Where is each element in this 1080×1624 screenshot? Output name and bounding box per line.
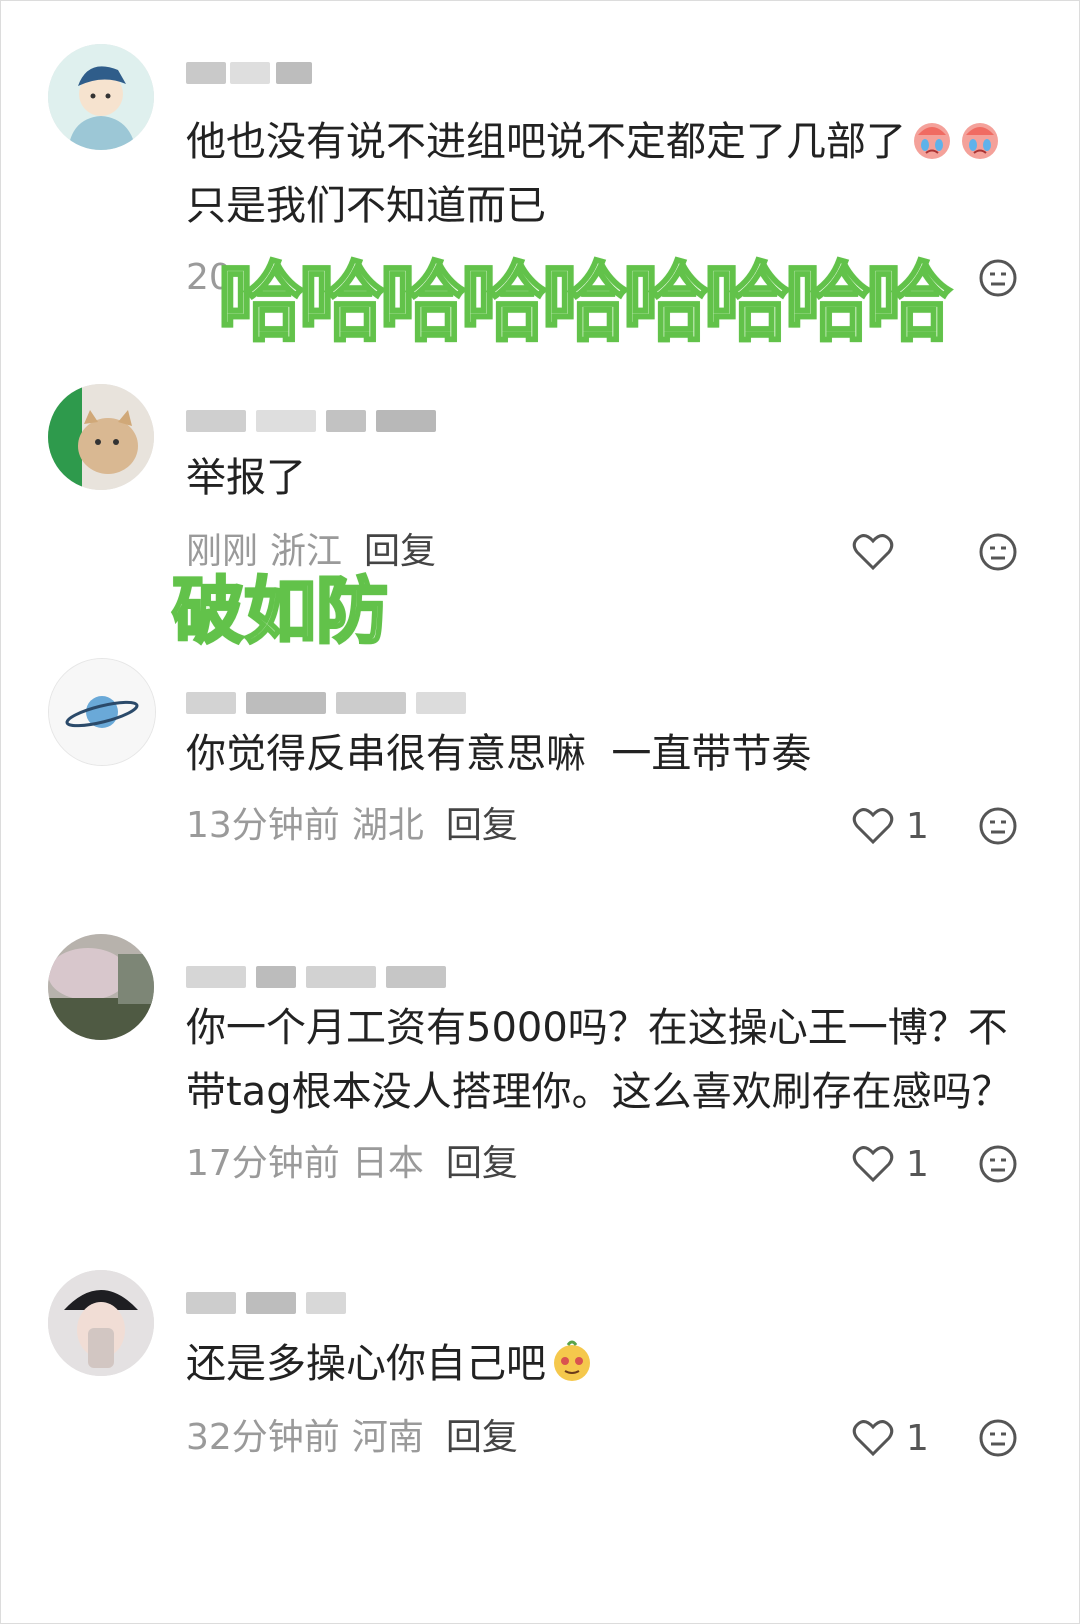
comment-time: 17分钟前 — [186, 1143, 340, 1184]
like-count: 1 — [906, 1143, 929, 1185]
comment-meta: 32分钟前 河南 回复 — [186, 1414, 518, 1462]
avatar[interactable] — [48, 658, 156, 766]
comment-text-line: 还是多操心你自己吧 — [186, 1341, 546, 1387]
avatar[interactable] — [48, 384, 154, 490]
comment-text: 你一个月工资有5000吗？在这操心王一博？不带tag根本没人搭理你。这么喜欢刷存… — [186, 996, 1026, 1124]
username[interactable] — [186, 56, 486, 90]
more-icon[interactable] — [978, 1144, 1018, 1184]
like-count: 1 — [906, 1417, 929, 1459]
comment-text: 你觉得反串很有意思嘛 一直带节奏 — [186, 722, 1010, 786]
crying-emoji-icon — [958, 116, 1002, 160]
comment-text-line: 你一个月工资有5000吗？在这操心王一博？不带tag根本没人搭理你。这么喜欢刷存… — [186, 1005, 1012, 1115]
comment-text: 还是多操心你自己吧 — [186, 1332, 1010, 1396]
broken-defense-overlay-text: 破如防 — [170, 568, 389, 655]
avatar-image — [48, 1270, 154, 1376]
comment-text-line2: 只是我们不知道而已 — [186, 183, 546, 229]
planet-avatar-image — [49, 659, 155, 765]
heart-icon — [852, 534, 894, 571]
comment-location: 河南 — [351, 1417, 424, 1458]
reply-button[interactable]: 回复 — [446, 1143, 518, 1184]
more-icon[interactable] — [978, 806, 1018, 846]
comment-meta: 17分钟前 日本 回复 — [186, 1140, 518, 1188]
like-count: 1 — [906, 805, 929, 847]
avatar[interactable] — [48, 44, 154, 150]
avatar[interactable] — [48, 934, 154, 1040]
like-button[interactable]: 1 — [852, 1140, 929, 1188]
username[interactable] — [186, 686, 486, 720]
like-button[interactable] — [852, 528, 894, 576]
heart-icon — [852, 1146, 894, 1183]
avatar-image — [48, 934, 154, 1040]
comment-time: 32分钟前 — [186, 1417, 340, 1458]
username[interactable] — [186, 1286, 486, 1320]
like-button[interactable]: 1 — [852, 1414, 929, 1462]
reply-button[interactable]: 回复 — [446, 805, 518, 846]
more-icon[interactable] — [978, 258, 1018, 298]
like-button[interactable]: 1 — [852, 802, 929, 850]
heart-icon — [852, 808, 894, 845]
comment-location: 日本 — [351, 1143, 424, 1184]
comment-text-line: 你觉得反串很有意思嘛 一直带节奏 — [186, 731, 812, 777]
username[interactable] — [186, 404, 486, 438]
comment-meta: 13分钟前 湖北 回复 — [186, 802, 518, 850]
comment-text: 他也没有说不进组吧说不定都定了几部了 只是我们不知道而已 — [186, 110, 1010, 238]
smug-emoji-icon — [550, 1338, 594, 1382]
more-icon[interactable] — [978, 532, 1018, 572]
laugh-overlay-text: 哈哈哈哈哈哈哈哈哈 — [217, 252, 954, 355]
more-icon[interactable] — [978, 1418, 1018, 1458]
comment-time: 13分钟前 — [186, 805, 340, 846]
comment-text-line1: 他也没有说不进组吧说不定都定了几部了 — [186, 119, 906, 165]
comment-text: 举报了 — [186, 446, 1010, 510]
username[interactable] — [186, 960, 486, 994]
avatar[interactable] — [48, 1270, 154, 1376]
crying-emoji-icon — [910, 116, 954, 160]
comment-text-line: 举报了 — [186, 455, 306, 501]
avatar-image — [48, 44, 154, 150]
heart-icon — [852, 1420, 894, 1457]
reply-button[interactable]: 回复 — [446, 1417, 518, 1458]
avatar-image — [48, 384, 154, 490]
comment-location: 湖北 — [351, 805, 424, 846]
